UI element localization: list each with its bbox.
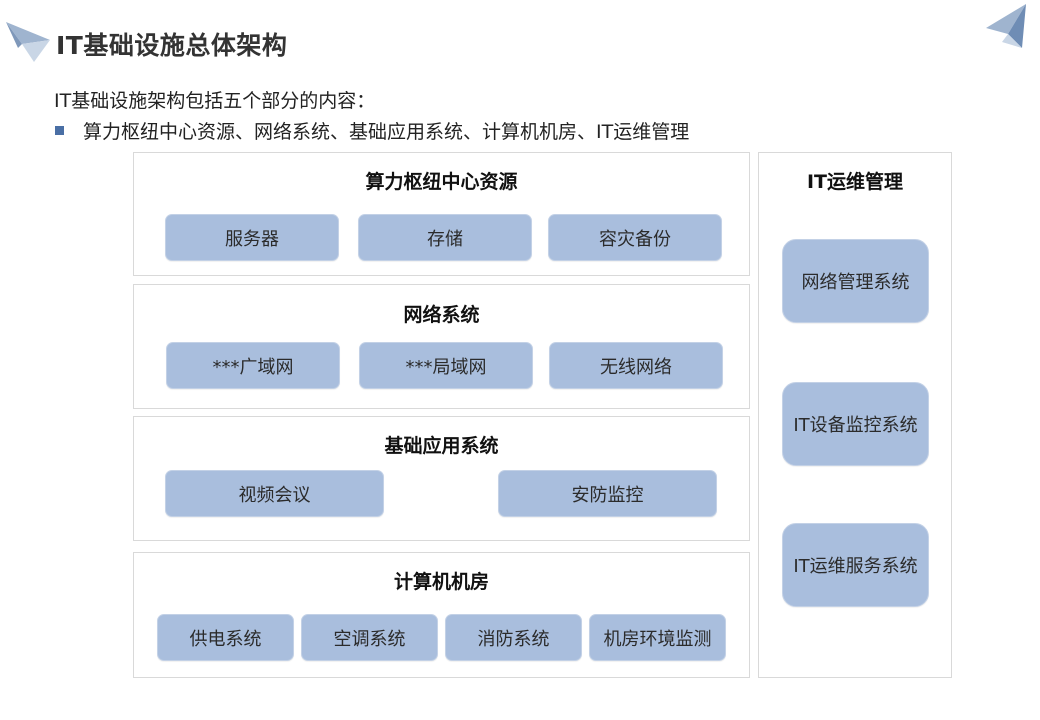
lan-box: ***局域网	[359, 342, 533, 389]
storage-box: 存储	[358, 214, 532, 261]
aircon-system-box: 空调系统	[301, 614, 438, 661]
apps-panel-title: 基础应用系统	[384, 435, 499, 457]
apps-panel: 基础应用系统 视频会议 安防监控	[133, 416, 750, 541]
ops-service-box: IT运维服务系统	[782, 523, 929, 607]
wan-box: ***广域网	[166, 342, 340, 389]
bullet-item: 算力枢纽中心资源、网络系统、基础应用系统、计算机机房、IT运维管理	[54, 117, 689, 144]
it-ops-panel-title: IT运维管理	[806, 171, 904, 193]
page-title: IT基础设施总体架构	[56, 31, 288, 60]
fire-system-box: 消防系统	[445, 614, 582, 661]
network-panel-title: 网络系统	[403, 304, 480, 326]
bullet-text: 算力枢纽中心资源、网络系统、基础应用系统、计算机机房、IT运维管理	[83, 121, 690, 143]
it-ops-panel: IT运维管理 网络管理系统 IT设备监控系统 IT运维服务系统	[758, 152, 952, 678]
compute-panel-title: 算力枢纽中心资源	[365, 171, 518, 193]
paper-plane-icon	[986, 4, 1026, 48]
env-monitor-box: 机房环境监测	[589, 614, 726, 661]
wireless-box: 无线网络	[549, 342, 723, 389]
server-box: 服务器	[165, 214, 339, 261]
network-panel: 网络系统 ***广域网 ***局域网 无线网络	[133, 284, 750, 409]
security-monitor-box: 安防监控	[498, 470, 717, 517]
compute-panel: 算力枢纽中心资源 服务器 存储 容灾备份	[133, 152, 750, 276]
intro-text: IT基础设施架构包括五个部分的内容：	[54, 90, 376, 112]
computer-room-panel: 计算机机房 供电系统 空调系统 消防系统 机房环境监测	[133, 552, 750, 678]
paper-plane-icon	[6, 22, 50, 62]
computer-room-panel-title: 计算机机房	[393, 571, 489, 593]
disaster-backup-box: 容灾备份	[548, 214, 722, 261]
video-conference-box: 视频会议	[165, 470, 384, 517]
bullet-square-icon	[55, 126, 64, 135]
network-mgmt-box: 网络管理系统	[782, 239, 929, 323]
device-monitor-box: IT设备监控系统	[782, 382, 929, 466]
power-system-box: 供电系统	[157, 614, 294, 661]
